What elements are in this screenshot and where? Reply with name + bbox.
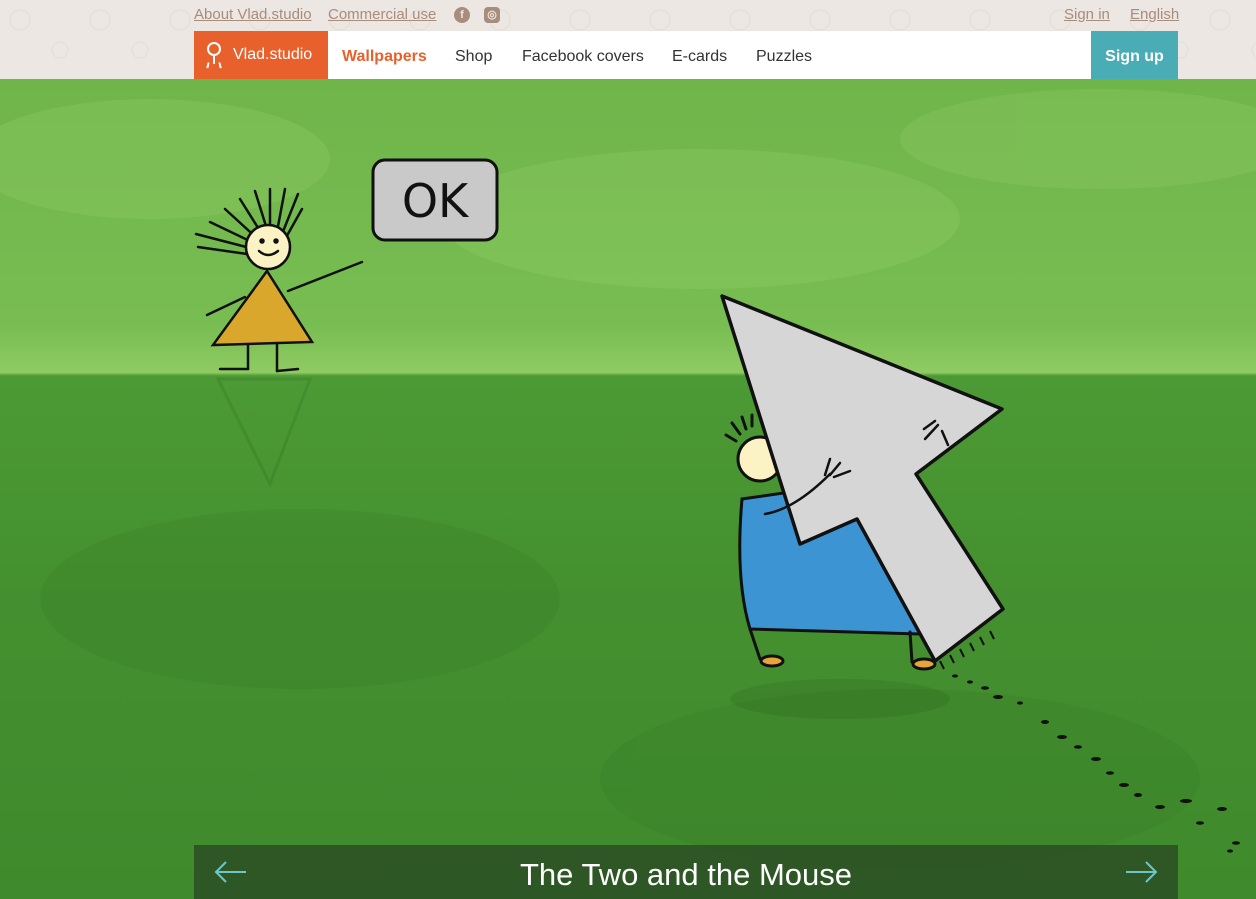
- sign-up-button[interactable]: Sign up: [1091, 31, 1178, 79]
- wallpaper-caption-bar: The Two and the Mouse: [194, 845, 1178, 899]
- girl-figure: [194, 187, 364, 373]
- commercial-use-link[interactable]: Commercial use: [328, 6, 436, 23]
- nav-wallpapers[interactable]: Wallpapers: [342, 31, 427, 79]
- top-links: About Vlad.studio Commercial use f ◎ Sig…: [194, 6, 1179, 26]
- facebook-icon[interactable]: f: [454, 7, 470, 23]
- instagram-icon[interactable]: ◎: [484, 7, 500, 23]
- wallpaper-title[interactable]: The Two and the Mouse: [194, 857, 1178, 893]
- ok-sign: OK: [371, 158, 499, 242]
- nav-shop[interactable]: Shop: [455, 31, 492, 79]
- brand-name: Vlad.studio: [233, 46, 313, 63]
- nav-e-cards[interactable]: E-cards: [672, 31, 727, 79]
- arrow-right-icon[interactable]: [1124, 859, 1160, 885]
- stick-figure-icon: [204, 42, 224, 69]
- about-link[interactable]: About Vlad.studio: [194, 6, 312, 23]
- brand-logo[interactable]: Vlad.studio: [194, 31, 328, 79]
- main-navbar: Vlad.studio Wallpapers Shop Facebook cov…: [194, 31, 1178, 79]
- wallpaper-preview[interactable]: OK: [0, 79, 1256, 899]
- sign-in-link[interactable]: Sign in: [1064, 6, 1110, 23]
- wallpaper-illustration: OK: [0, 89, 1256, 869]
- nav-facebook-covers[interactable]: Facebook covers: [522, 31, 644, 79]
- nav-puzzles[interactable]: Puzzles: [756, 31, 812, 79]
- speech-bubble-text: OK: [402, 174, 470, 228]
- language-link[interactable]: English: [1130, 6, 1179, 23]
